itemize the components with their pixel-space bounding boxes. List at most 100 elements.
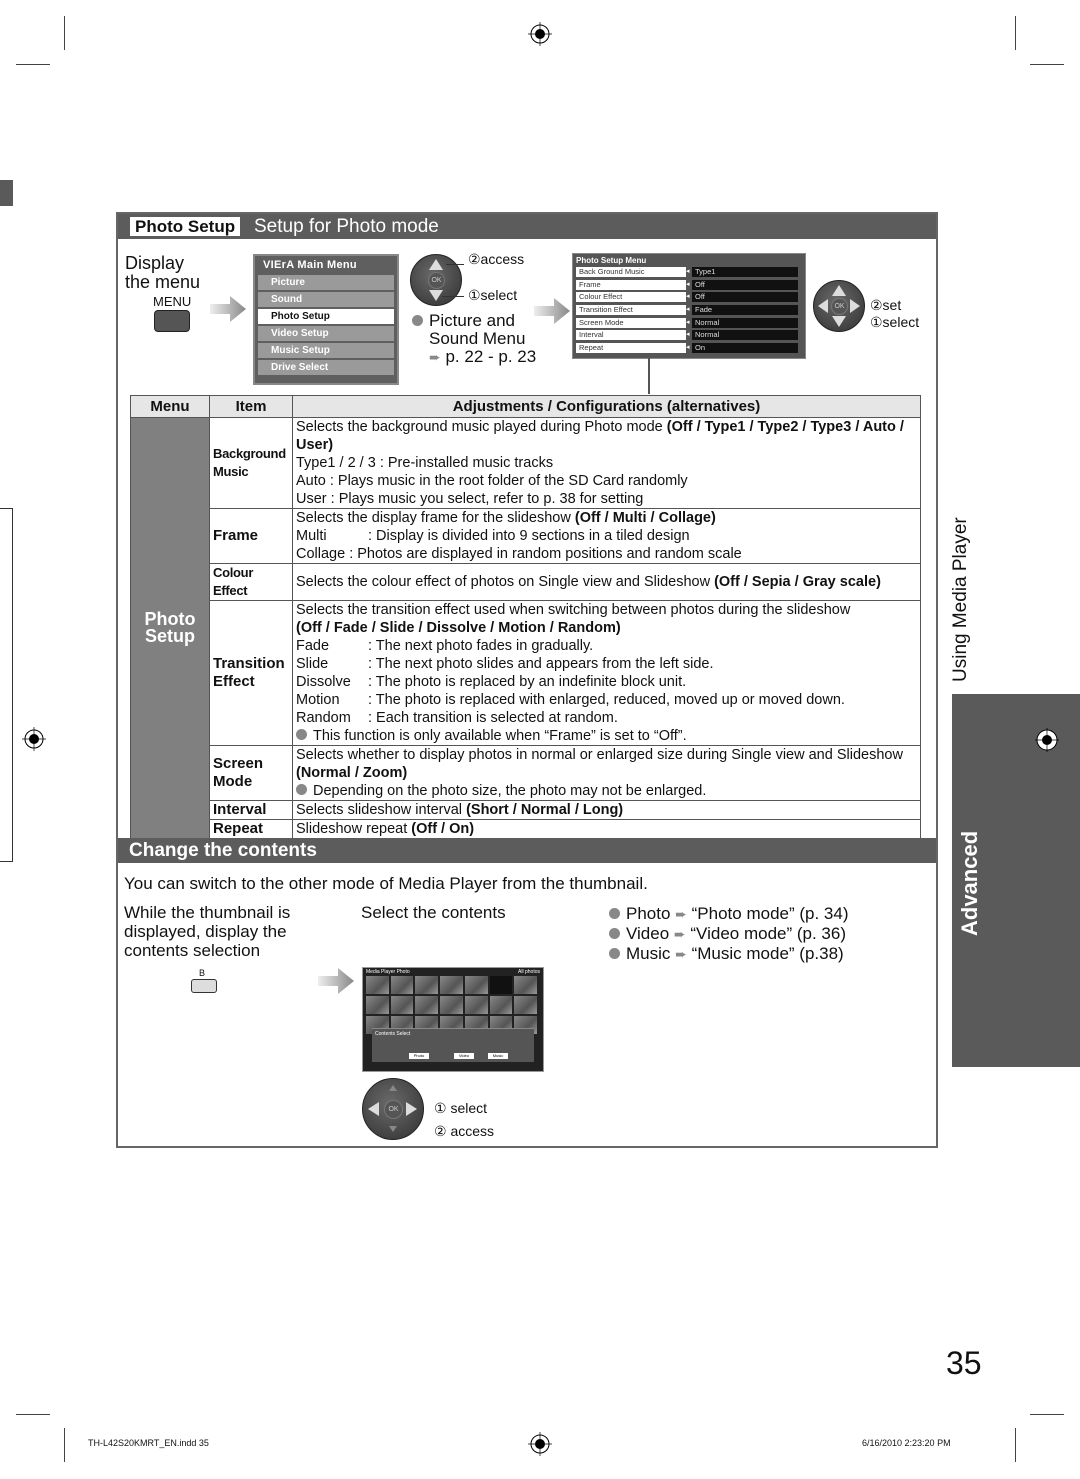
section-header: Photo Setup Setup for Photo mode <box>118 214 936 239</box>
thumbnail[interactable] <box>440 996 463 1014</box>
right-arrow-icon <box>406 1102 417 1116</box>
ok-button[interactable]: OK <box>428 272 445 289</box>
ps-row-label: Transition Effect <box>576 305 686 316</box>
ps-row-label: Repeat <box>576 343 686 354</box>
ps-row-interval[interactable]: Interval ◂ Normal <box>576 329 805 342</box>
ps-row-value: Fade <box>692 305 798 316</box>
main-menu-item-photo-setup[interactable]: Photo Setup <box>258 309 394 324</box>
callout-line <box>446 264 464 265</box>
set-label: ②set <box>870 297 902 313</box>
thumbnail[interactable] <box>390 996 414 1014</box>
desc-line: : The next photo fades in gradually. <box>368 638 594 654</box>
ps-row-repeat[interactable]: Repeat ◂ On <box>576 342 805 355</box>
menu-item-label: Drive Select <box>271 362 329 373</box>
contents-photo-button[interactable]: Photo <box>409 1053 429 1059</box>
left-arrow-icon <box>818 299 828 313</box>
thumbnail-screen: Media Player Photo All photos Contents Se… <box>362 967 544 1072</box>
desc-interval: Selects slideshow interval (Short / Norm… <box>292 800 921 820</box>
thumbnail[interactable] <box>514 976 537 994</box>
photo-setup-menu-title: Photo Setup Menu <box>576 256 647 265</box>
select-label: ① select <box>434 1100 488 1116</box>
callout-line <box>442 296 464 297</box>
mode-list: Photo ➨ “Photo mode” (p. 34) Video ➨ “Vi… <box>609 904 849 964</box>
access-label: ②access <box>468 251 525 267</box>
thumbnail[interactable] <box>489 976 513 994</box>
desc-line: : The photo is replaced with enlarged, r… <box>368 692 845 708</box>
step-line: displayed, display the <box>124 922 287 941</box>
thumbnail-filter: All photos <box>518 969 540 975</box>
mode-ref: “Music mode” (p.38) <box>691 944 844 963</box>
menu-button[interactable] <box>154 310 190 332</box>
contents-music-button[interactable]: Music <box>488 1053 508 1059</box>
thumbnail[interactable] <box>489 996 513 1014</box>
thumbnail[interactable] <box>366 996 389 1014</box>
ps-row-label: Colour Effect <box>576 292 686 303</box>
table-row: Frame Selects the display frame for the … <box>131 508 921 564</box>
up-arrow-icon <box>389 1085 397 1091</box>
desc-line: : Photos are displayed in random positio… <box>349 546 742 562</box>
arrow-right-icon <box>318 968 354 994</box>
thumbnail-title: Media Player Photo <box>366 969 410 975</box>
ps-row-bgm[interactable]: Back Ground Music ◂ Type1 <box>576 266 805 279</box>
contents-video-button[interactable]: Video <box>454 1053 474 1059</box>
bullet-icon <box>412 315 423 326</box>
step-display-contents: While the thumbnail is displayed, displa… <box>124 903 290 960</box>
menu-item-label: Video Setup <box>271 328 329 339</box>
step-line: While the thumbnail is <box>124 903 291 922</box>
desc-repeat: Slideshow repeat (Off / On) <box>292 819 921 839</box>
desc-line: : The next photo slides and appears from… <box>368 656 714 672</box>
down-arrow-icon <box>832 316 846 327</box>
ps-row-label: Back Ground Music <box>576 267 686 277</box>
item-transition-effect: Transition Effect <box>209 600 293 746</box>
main-menu-item-music-setup[interactable]: Music Setup <box>258 343 394 358</box>
thumbnail[interactable] <box>390 976 414 994</box>
desc-text: Slideshow repeat <box>296 821 412 837</box>
desc-transition-effect: Selects the transition effect used when … <box>292 600 921 746</box>
ps-row-screen-mode[interactable]: Screen Mode ◂ Normal <box>576 317 805 330</box>
thumbnail[interactable] <box>415 996 439 1014</box>
edge-box <box>0 508 13 862</box>
ps-row-transition[interactable]: Transition Effect ◂ Fade <box>576 304 805 317</box>
thumbnail[interactable] <box>440 976 463 994</box>
ps-row-frame[interactable]: Frame ◂ Off <box>576 279 805 292</box>
main-menu-item-video-setup[interactable]: Video Setup <box>258 326 394 341</box>
mode-item-photo: Photo ➨ “Photo mode” (p. 34) <box>609 904 849 924</box>
main-menu-item-drive-select[interactable]: Drive Select <box>258 360 394 375</box>
ps-row-colour-effect[interactable]: Colour Effect ◂ Off <box>576 291 805 304</box>
main-menu-item-sound[interactable]: Sound <box>258 292 394 307</box>
item-line: Screen <box>213 755 264 772</box>
thumbnail[interactable] <box>415 976 439 994</box>
down-arrow-icon <box>429 290 443 301</box>
menu-item-label: Photo Setup <box>271 311 330 322</box>
menu-item-label: Music Setup <box>271 345 330 356</box>
main-menu-item-picture[interactable]: Picture <box>258 275 394 290</box>
thumbnail[interactable] <box>366 976 389 994</box>
dpad-icon: OK <box>813 280 865 332</box>
registration-mark-icon <box>22 727 46 751</box>
mode-item-music: Music ➨ “Music mode” (p.38) <box>609 944 849 964</box>
ps-row-label: Interval <box>576 330 686 341</box>
mode-name: Video <box>626 924 670 943</box>
left-arrow-icon: ◂ <box>686 306 690 314</box>
menu-item-label: Picture <box>271 277 305 288</box>
section-title: Setup for Photo mode <box>254 216 439 237</box>
advanced-tab-label: Advanced <box>957 830 982 936</box>
ok-button[interactable]: OK <box>384 1100 403 1119</box>
display-label-line: the menu <box>125 272 201 292</box>
thumbnail[interactable] <box>464 976 488 994</box>
table-row: Photo Setup Background Music Selects the… <box>130 417 921 839</box>
left-arrow-icon: ◂ <box>686 331 690 339</box>
thumbnail-grid <box>363 976 543 1034</box>
desc-text: Selects the background music played duri… <box>296 419 667 435</box>
ok-button[interactable]: OK <box>831 298 848 315</box>
change-intro-text: You can switch to the other mode of Medi… <box>124 874 648 893</box>
desc-key: Slide <box>296 656 329 672</box>
arrow-ref-icon: ➨ <box>429 349 441 365</box>
crop-mark <box>16 64 50 65</box>
item-screen-mode: Screen Mode <box>209 745 293 801</box>
thumbnail[interactable] <box>464 996 488 1014</box>
thumbnail[interactable] <box>514 996 537 1014</box>
settings-table: Menu Item Adjustments / Configurations (… <box>130 395 921 839</box>
bullet-icon <box>609 948 620 959</box>
b-button[interactable] <box>191 979 217 993</box>
